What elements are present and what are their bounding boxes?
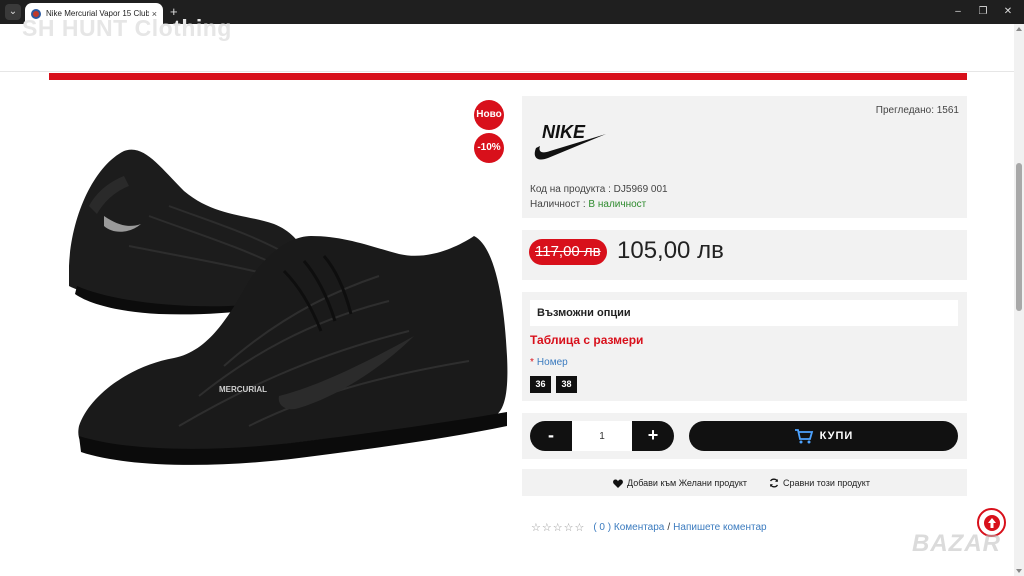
review-separator: / xyxy=(667,522,671,533)
scroll-thumb[interactable] xyxy=(1016,163,1022,311)
browser-chrome: ⌄ Nike Mercurial Vapor 15 Club × + – ❐ ✕ xyxy=(0,0,1024,24)
stock-status: Наличност : В наличност xyxy=(530,199,646,210)
price-panel: 117,00 лв 105,00 лв xyxy=(522,230,967,280)
cart-icon xyxy=(794,429,813,444)
site-favicon-icon xyxy=(31,8,41,19)
actions-panel: Добави към Желани продукт Сравни този пр… xyxy=(522,469,967,496)
add-to-wishlist[interactable]: Добави към Желани продукт xyxy=(613,478,747,488)
options-panel: Възможни опции Таблица с размери * Номер … xyxy=(522,292,967,401)
discount-badge: -10% xyxy=(474,133,504,163)
size-option-38[interactable]: 38 xyxy=(556,376,577,393)
brand-logo[interactable]: NIKE xyxy=(530,118,608,169)
new-tab-button[interactable]: + xyxy=(170,4,178,20)
scroll-up-arrow-icon[interactable] xyxy=(1016,27,1022,31)
size-chart-link[interactable]: Таблица с размери xyxy=(530,333,643,347)
header-divider xyxy=(0,71,1024,72)
restore-button[interactable]: ❐ xyxy=(973,4,993,20)
cart-panel: - + КУПИ xyxy=(522,413,967,459)
tab-title: Nike Mercurial Vapor 15 Club xyxy=(46,9,149,18)
shoe-image-icon: MERCURIAL xyxy=(69,149,508,465)
nav-accent-bar xyxy=(49,73,967,80)
svg-text:MERCURIAL: MERCURIAL xyxy=(219,385,267,394)
arrow-up-icon xyxy=(983,514,1000,531)
bazar-watermark: BAZAR xyxy=(912,530,1001,557)
page-scrollbar[interactable] xyxy=(1014,24,1024,576)
refresh-icon xyxy=(769,478,779,488)
view-count: Прегледано: 1561 xyxy=(875,105,959,116)
browser-tab[interactable]: Nike Mercurial Vapor 15 Club × xyxy=(25,3,163,24)
required-marker: * xyxy=(530,357,534,368)
compare-label: Сравни този продукт xyxy=(783,478,870,488)
scroll-down-arrow-icon[interactable] xyxy=(1016,569,1022,573)
window-close-button[interactable]: ✕ xyxy=(998,4,1018,20)
current-price: 105,00 лв xyxy=(617,237,724,264)
old-price: 117,00 лв xyxy=(529,239,607,265)
tab-menu-button[interactable]: ⌄ xyxy=(5,4,21,20)
options-heading: Възможни опции xyxy=(530,300,958,326)
brand-wordmark: NIKE xyxy=(542,122,586,142)
rating-stars-icon: ☆☆☆☆☆ xyxy=(531,522,586,534)
buy-button[interactable]: КУПИ xyxy=(689,421,958,451)
size-label: * Номер xyxy=(530,357,568,368)
nike-swoosh-icon: NIKE xyxy=(534,122,606,160)
quantity-decrease-button[interactable]: - xyxy=(530,421,572,451)
review-count-link[interactable]: ( 0 ) Коментара xyxy=(593,522,664,533)
compare-product[interactable]: Сравни този продукт xyxy=(769,478,870,488)
new-badge: Ново xyxy=(474,100,504,130)
quantity-increase-button[interactable]: + xyxy=(632,421,674,451)
product-image[interactable]: MERCURIAL Ново -10% xyxy=(49,96,511,551)
product-code-value: DJ5969 001 xyxy=(613,184,668,195)
size-label-text: Номер xyxy=(536,357,568,368)
heart-icon xyxy=(613,478,623,488)
write-review-link[interactable]: Напишете коментар xyxy=(673,522,766,533)
product-code: Код на продукта : DJ5969 001 xyxy=(530,184,668,195)
stock-label: Наличност : xyxy=(530,199,586,210)
product-code-label: Код на продукта : xyxy=(530,184,611,195)
reviews-row: ☆☆☆☆☆ ( 0 ) Коментара / Напишете комента… xyxy=(531,521,767,534)
stock-value: В наличност xyxy=(588,199,647,210)
minimize-button[interactable]: – xyxy=(948,4,968,20)
wishlist-label: Добави към Желани продукт xyxy=(627,478,747,488)
product-info-panel: Прегледано: 1561 NIKE Код на продукта : … xyxy=(522,96,967,218)
buy-button-label: КУПИ xyxy=(819,430,854,442)
quantity-input[interactable] xyxy=(572,421,632,451)
tab-close-icon[interactable]: × xyxy=(152,9,157,19)
size-option-36[interactable]: 36 xyxy=(530,376,551,393)
